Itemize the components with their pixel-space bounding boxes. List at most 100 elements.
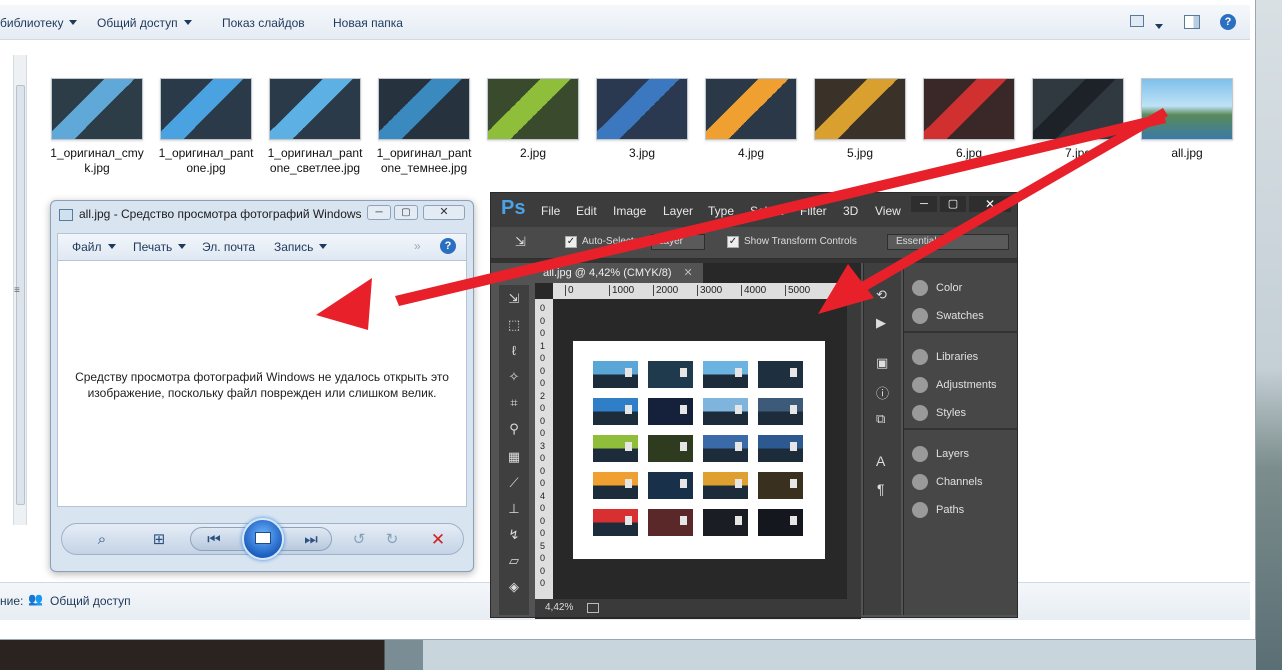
file-name: 1_оригинал_pant one_светлее.jpg — [262, 146, 368, 176]
panel-color[interactable]: Color — [912, 277, 962, 299]
delete-icon[interactable]: ✕ — [426, 530, 450, 550]
file-item[interactable]: 1_оригинал_pant one_светлее.jpg — [262, 78, 368, 176]
ps-menu-view[interactable]: View — [875, 204, 901, 218]
file-item[interactable]: 2.jpg — [480, 78, 586, 161]
stamp-tool-icon[interactable]: ⊥ — [505, 501, 523, 517]
file-name-line: 1_оригинал_pant — [158, 146, 254, 160]
file-item[interactable]: 1_оригинал_cmy k.jpg — [44, 78, 150, 176]
ruler-digit: 4 — [540, 490, 546, 501]
auto-select-checkbox[interactable]: ✓ — [565, 236, 577, 248]
close-button[interactable]: ✕ — [423, 205, 465, 220]
actual-size-icon[interactable]: ⊞ — [147, 530, 171, 550]
file-thumbnail — [378, 78, 470, 140]
library-menu[interactable]: библиотеку — [0, 16, 78, 30]
info-panel-icon[interactable]: ⓘ — [876, 383, 889, 402]
file-item[interactable]: 6.jpg — [916, 78, 1022, 161]
help-icon[interactable]: ? — [440, 238, 456, 254]
panel-adjustments[interactable]: Adjustments — [912, 374, 997, 396]
share-menu[interactable]: Общий доступ — [97, 16, 192, 30]
brush-tool-icon[interactable]: ⟋ — [505, 475, 523, 491]
move-tool-icon[interactable]: ⇲ — [505, 291, 523, 307]
properties-panel-icon[interactable]: ▣ — [876, 355, 888, 371]
rotate-left-icon[interactable]: ↺ — [347, 530, 371, 550]
zoom-icon[interactable]: ⌕ — [90, 530, 114, 550]
next-icon[interactable]: ⏭ — [299, 530, 323, 550]
file-item[interactable]: 1_оригинал_pant one_темнее.jpg — [371, 78, 477, 176]
crop-tool-icon[interactable]: ⌗ — [505, 395, 523, 411]
history-brush-tool-icon[interactable]: ↯ — [505, 527, 523, 543]
menu-file[interactable]: Файл — [72, 240, 116, 254]
move-tool-icon[interactable]: ⇲ — [515, 234, 526, 250]
history-panel-icon[interactable]: ⟲ — [876, 287, 887, 303]
maximize-button[interactable]: ▢ — [394, 205, 418, 220]
panel-channels[interactable]: Channels — [912, 471, 982, 493]
view-options-chevron-icon[interactable] — [1155, 20, 1163, 34]
file-item[interactable]: 7.jpg — [1025, 78, 1131, 161]
healing-tool-icon[interactable]: ▦ — [505, 449, 523, 465]
file-item[interactable]: all.jpg — [1134, 78, 1240, 161]
show-transform-label: Show Transform Controls — [744, 236, 857, 247]
vertical-scrollbar[interactable] — [847, 283, 861, 599]
workspace-select[interactable]: Essentials — [887, 234, 1009, 250]
ps-maximize-button[interactable]: ▢ — [940, 196, 966, 212]
previous-icon[interactable]: ⏮ — [202, 530, 226, 550]
ps-tools-panel: ⇲ ⬚ ℓ ✧ ⌗ ⚲ ▦ ⟋ ⊥ ↯ ▱ ◈ — [499, 285, 529, 615]
ps-menu-filter[interactable]: Filter — [800, 204, 827, 218]
menu-print[interactable]: Печать — [133, 240, 187, 254]
view-options-icon[interactable] — [1130, 15, 1144, 27]
file-name-line: 4.jpg — [737, 146, 765, 160]
ps-menu-edit[interactable]: Edit — [576, 204, 597, 218]
status-prefix: ние: — [0, 594, 24, 608]
ruler-tick: 3000 — [697, 285, 722, 296]
panel-swatches[interactable]: Swatches — [912, 305, 984, 327]
file-item[interactable]: 3.jpg — [589, 78, 695, 161]
minimize-button[interactable]: ─ — [367, 205, 391, 220]
menu-email[interactable]: Эл. почта — [202, 240, 255, 254]
panel-layers[interactable]: Layers — [912, 443, 969, 465]
paragraph-panel-icon[interactable]: ¶ — [877, 481, 885, 497]
preview-pane-icon[interactable] — [1184, 15, 1200, 29]
ruler-digit: 0 — [540, 403, 546, 413]
overflow-chevron-icon[interactable]: » — [414, 239, 421, 253]
ruler-tick: 2000 — [653, 285, 678, 296]
eyedropper-tool-icon[interactable]: ⚲ — [505, 421, 523, 437]
panel-libraries[interactable]: Libraries — [912, 346, 978, 368]
character-panel-icon[interactable]: A — [876, 453, 885, 469]
ps-menu-layer[interactable]: Layer — [663, 204, 693, 218]
ps-menu-file[interactable]: File — [541, 204, 560, 218]
menu-burn[interactable]: Запись — [274, 240, 328, 254]
ps-menu-image[interactable]: Image — [613, 204, 646, 218]
lasso-tool-icon[interactable]: ℓ — [505, 343, 523, 359]
file-item[interactable]: 5.jpg — [807, 78, 913, 161]
ps-close-button[interactable]: ✕ — [969, 196, 1011, 212]
clone-source-panel-icon[interactable]: ⧉ — [876, 411, 885, 427]
paint-bucket-tool-icon[interactable]: ◈ — [505, 579, 523, 595]
layer-select[interactable]: Layer — [651, 234, 705, 250]
help-icon[interactable]: ? — [1220, 14, 1236, 30]
actions-panel-icon[interactable]: ▶ — [876, 315, 886, 331]
new-folder-button[interactable]: Новая папка — [333, 16, 403, 30]
ps-menu-select[interactable]: Select — [750, 204, 783, 218]
marquee-tool-icon[interactable]: ⬚ — [505, 317, 523, 333]
panel-paths[interactable]: Paths — [912, 499, 964, 521]
slideshow-button[interactable] — [242, 518, 284, 560]
ruler-tick: 1000 — [609, 285, 634, 296]
ps-menu-3d[interactable]: 3D — [843, 204, 858, 218]
show-transform-checkbox[interactable]: ✓ — [727, 236, 739, 248]
splitter-grip-icon[interactable]: ≡ — [14, 285, 20, 296]
panel-styles[interactable]: Styles — [912, 402, 966, 424]
file-name: 2.jpg — [480, 146, 586, 161]
ps-menu-type[interactable]: Type — [708, 204, 734, 218]
file-item[interactable]: 4.jpg — [698, 78, 804, 161]
close-tab-icon[interactable]: ✕ — [684, 267, 693, 279]
document-tab[interactable]: all.jpg @ 4,42% (CMYK/8) ✕ — [535, 263, 703, 283]
share-icon[interactable] — [587, 603, 599, 613]
document-canvas[interactable] — [573, 341, 825, 559]
rotate-right-icon[interactable]: ↻ — [380, 530, 404, 550]
ps-minimize-button[interactable]: ─ — [911, 196, 937, 212]
file-item[interactable]: 1_оригинал_pant one.jpg — [153, 78, 259, 176]
ruler-digit: 0 — [540, 453, 546, 463]
eraser-tool-icon[interactable]: ▱ — [505, 553, 523, 569]
magic-wand-tool-icon[interactable]: ✧ — [505, 369, 523, 385]
slideshow-button[interactable]: Показ слайдов — [222, 16, 305, 30]
